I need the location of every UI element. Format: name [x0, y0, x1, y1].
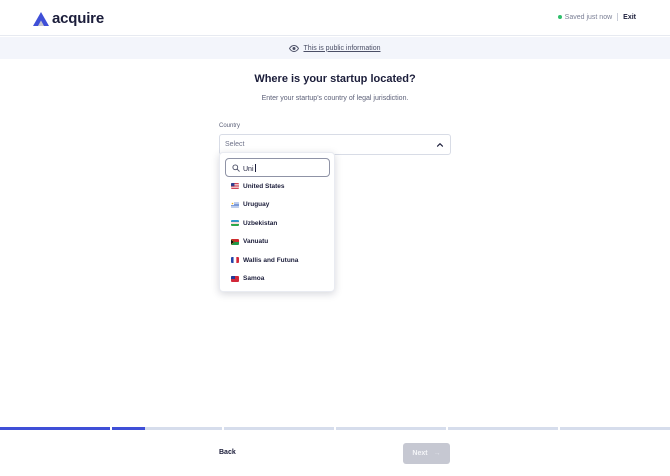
brand-name: acquire	[52, 10, 104, 27]
next-button-label: Next	[412, 450, 428, 457]
page: acquire Saved just now Exit This is publ…	[0, 0, 670, 476]
ws-flag-icon	[231, 275, 239, 282]
progress-segment-5	[448, 427, 558, 430]
wf-flag-icon	[231, 257, 239, 263]
country-option-vanuatu[interactable]: Vanuatu	[220, 233, 334, 251]
search-icon	[232, 164, 240, 172]
progress-bar	[0, 427, 670, 431]
country-option-uruguay[interactable]: Uruguay	[220, 196, 334, 214]
save-status: Saved just now Exit	[557, 13, 636, 21]
progress-segment-4	[336, 427, 446, 430]
page-subtitle: Enter your startup's country of legal ju…	[261, 95, 409, 102]
header: acquire Saved just now Exit	[0, 0, 670, 36]
country-dropdown: Uni United States Uruguay Uzbekistan Van…	[219, 152, 335, 292]
header-divider	[617, 13, 619, 21]
eye-icon	[289, 44, 300, 52]
page-title: Where is your startup located?	[254, 73, 416, 85]
vu-flag-icon	[231, 238, 239, 245]
text-cursor	[254, 164, 256, 172]
arrow-right-icon: →	[433, 450, 441, 457]
country-option-uzbekistan[interactable]: Uzbekistan	[220, 214, 334, 232]
progress-segment-6	[560, 427, 670, 430]
progress-segment-3	[224, 427, 334, 430]
country-label: Country	[219, 123, 241, 129]
country-select-value: Select	[225, 141, 245, 148]
progress-fill-step-1	[0, 427, 110, 430]
uy-flag-icon	[231, 201, 239, 208]
progress-fill-step-2	[112, 427, 145, 430]
save-status-text: Saved just now	[564, 13, 613, 21]
country-option-united-states[interactable]: United States	[220, 177, 334, 195]
uz-flag-icon	[231, 220, 239, 226]
acquire-logo-icon	[33, 11, 49, 26]
search-input-value: Uni	[243, 164, 256, 173]
country-search-input[interactable]: Uni	[225, 158, 330, 177]
country-option-wallis-and-futuna[interactable]: Wallis and Futuna	[220, 251, 334, 269]
next-button[interactable]: Next →	[403, 443, 450, 464]
brand-logo[interactable]: acquire	[33, 10, 104, 27]
saved-status-dot	[557, 15, 562, 19]
chevron-up-icon	[436, 143, 444, 147]
country-option-samoa[interactable]: Samoa	[220, 270, 334, 288]
us-flag-icon	[231, 183, 239, 189]
public-info-link[interactable]: This is public information	[303, 45, 380, 52]
exit-button[interactable]: Exit	[623, 14, 636, 21]
public-info-banner: This is public information	[0, 37, 670, 59]
back-button[interactable]: Back	[219, 449, 236, 456]
